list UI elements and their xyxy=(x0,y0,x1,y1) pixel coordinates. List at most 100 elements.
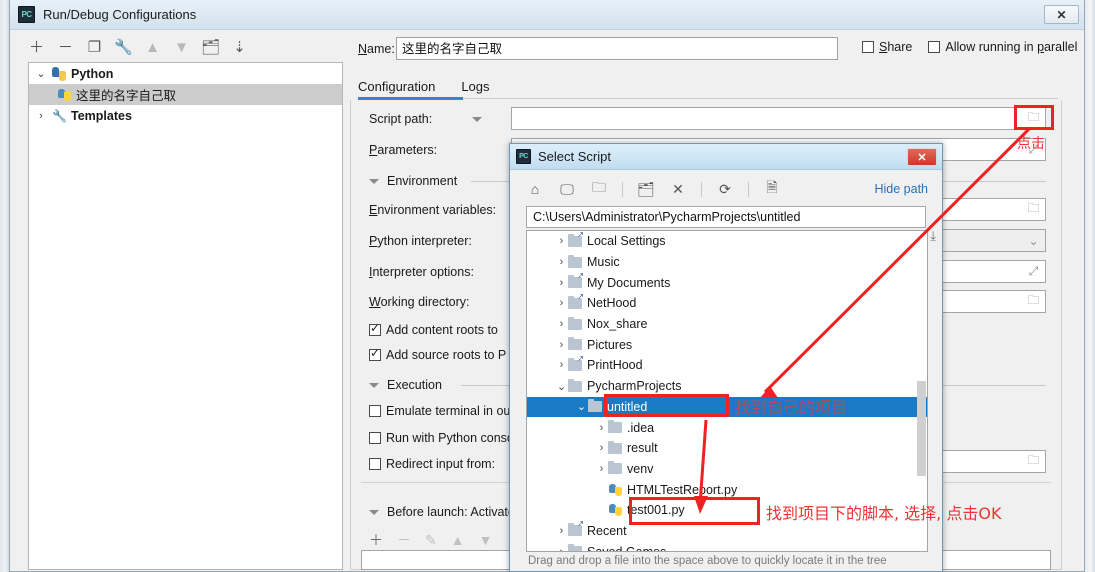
file-tree-row[interactable]: ⌄ untitled xyxy=(527,396,927,418)
file-tree-row[interactable]: test001.py xyxy=(527,500,927,521)
tree-item-templates[interactable]: › 🔧 Templates xyxy=(29,105,342,126)
before-launch-add-icon[interactable]: ＋ xyxy=(369,530,383,550)
file-tree-row[interactable]: ⌄ PycharmProjects xyxy=(527,376,927,397)
file-tree-row[interactable]: › My Documents xyxy=(527,271,927,293)
file-tree-label: Recent xyxy=(587,523,627,538)
add-source-roots-row[interactable]: Add source roots to P xyxy=(369,344,506,366)
path-input[interactable]: C:\Users\Administrator\PycharmProjects\u… xyxy=(526,206,926,228)
tree-scrollbar-thumb[interactable] xyxy=(917,381,926,476)
desktop-icon[interactable]: 🖵 xyxy=(558,180,576,198)
add-content-roots-row[interactable]: Add content roots to xyxy=(369,319,498,341)
allow-parallel-checkbox[interactable]: Allow running in parallel xyxy=(928,40,1077,54)
redirect-input-row[interactable]: Redirect input from: xyxy=(369,453,495,475)
window-close-button[interactable]: ✕ xyxy=(1044,5,1079,24)
execution-section-header[interactable]: Execution xyxy=(369,378,442,392)
run-with-console-checkbox[interactable] xyxy=(369,432,381,444)
file-tree-label: .idea xyxy=(627,420,655,435)
folder-icon[interactable]: 🗀 xyxy=(1026,453,1041,469)
chevron-right-icon[interactable]: › xyxy=(555,359,568,371)
home-icon[interactable]: ⌂ xyxy=(526,180,544,198)
chevron-down-icon[interactable]: ⌄ xyxy=(35,67,47,80)
emulate-terminal-checkbox[interactable] xyxy=(369,405,381,417)
before-launch-toolbar: ＋ － ✎ ▲ ▼ xyxy=(369,530,492,550)
expand-icon[interactable]: ⤢ xyxy=(1026,142,1041,157)
chevron-right-icon[interactable]: › xyxy=(595,442,608,454)
chevron-right-icon[interactable]: › xyxy=(555,235,568,247)
add-icon[interactable]: ＋ xyxy=(28,39,45,56)
file-tree-row[interactable]: › Nox_share xyxy=(527,314,927,335)
chevron-down-icon[interactable] xyxy=(369,178,379,184)
redirect-input-checkbox[interactable] xyxy=(369,458,381,470)
emulate-terminal-row[interactable]: Emulate terminal in ou xyxy=(369,400,510,422)
remove-icon[interactable]: － xyxy=(57,39,74,56)
tab-logs[interactable]: Logs xyxy=(461,79,489,98)
file-tree-row[interactable]: › Pictures xyxy=(527,334,927,355)
folder-icon[interactable]: 🗀 xyxy=(1026,110,1041,126)
chevron-right-icon[interactable]: › xyxy=(555,525,568,537)
name-input[interactable]: 这里的名字自己取 xyxy=(396,37,838,60)
file-tree-row[interactable]: › venv xyxy=(527,459,927,480)
file-tree-row[interactable]: › .idea xyxy=(527,417,927,438)
hide-path-link[interactable]: Hide path xyxy=(874,182,928,196)
before-launch-remove-icon[interactable]: － xyxy=(397,530,411,550)
show-hidden-icon[interactable]: 🗎 xyxy=(763,179,781,198)
run-with-console-row[interactable]: Run with Python conso xyxy=(369,427,514,449)
before-launch-up-icon[interactable]: ▲ xyxy=(451,532,465,548)
tab-configuration[interactable]: Configuration xyxy=(358,79,435,98)
chevron-right-icon[interactable]: › xyxy=(35,110,47,122)
chevron-right-icon[interactable]: › xyxy=(555,277,568,289)
chevron-down-icon[interactable]: ⌄ xyxy=(575,400,588,413)
chevron-right-icon[interactable]: › xyxy=(555,318,568,330)
copy-icon[interactable]: ❐ xyxy=(86,39,103,56)
tree-item-config[interactable]: 这里的名字自己取 xyxy=(29,84,342,105)
chevron-down-icon[interactable]: ⌄ xyxy=(1026,233,1041,248)
expand-icon[interactable]: ⤢ xyxy=(1026,264,1041,279)
file-tree-row[interactable]: › result xyxy=(527,438,927,459)
file-tree-row[interactable]: › Music xyxy=(527,252,927,273)
folder-icon[interactable]: 🗀 xyxy=(1026,293,1041,309)
checkbox-box[interactable] xyxy=(928,41,941,53)
file-tree-row[interactable]: › Local Settings xyxy=(527,231,927,252)
edit-templates-wrench-icon[interactable]: 🔧 xyxy=(114,39,133,56)
file-tree-row[interactable]: › NetHood xyxy=(527,292,927,314)
chevron-right-icon[interactable]: › xyxy=(555,256,568,268)
file-tree-row[interactable]: › Saved Games xyxy=(527,541,927,551)
new-folder-icon[interactable]: 🗂 xyxy=(637,180,655,198)
tree-item-python[interactable]: ⌄ Python xyxy=(29,63,342,84)
file-tree-row[interactable]: › PrintHood xyxy=(527,354,927,376)
configurations-tree-panel[interactable]: ⌄ Python 这里的名字自己取 › 🔧 Templates xyxy=(28,62,343,570)
dialog-close-button[interactable]: ✕ xyxy=(907,148,937,166)
chevron-down-icon[interactable] xyxy=(472,116,483,122)
chevron-right-icon[interactable]: › xyxy=(555,546,568,551)
project-folder-icon[interactable]: 🗀 xyxy=(590,179,608,198)
refresh-icon[interactable]: ⟳ xyxy=(716,180,734,198)
sort-alphabetically-icon[interactable]: ⇣ xyxy=(231,39,248,56)
dialog-titlebar: PC Select Script ✕ xyxy=(510,144,942,170)
chevron-right-icon[interactable]: › xyxy=(595,463,608,475)
before-launch-header[interactable]: Before launch: Activate to xyxy=(369,505,529,519)
move-into-folder-icon[interactable]: 🗂 xyxy=(201,39,220,56)
file-tree-row[interactable]: › Recent xyxy=(527,519,927,542)
file-tree-row[interactable]: HTMLTestReport.py xyxy=(527,479,927,500)
download-arrow-icon[interactable]: ⤓ xyxy=(930,228,936,244)
move-up-icon[interactable]: ▲ xyxy=(144,39,161,56)
before-launch-down-icon[interactable]: ▼ xyxy=(479,532,493,548)
chevron-right-icon[interactable]: › xyxy=(555,297,568,309)
share-checkbox[interactable]: Share xyxy=(862,40,912,54)
chevron-down-icon[interactable] xyxy=(369,509,379,515)
chevron-right-icon[interactable]: › xyxy=(595,422,608,434)
checkbox-box[interactable] xyxy=(862,41,874,53)
chevron-down-icon[interactable] xyxy=(369,382,379,388)
chevron-down-icon[interactable]: ⌄ xyxy=(555,380,568,393)
move-down-icon[interactable]: ▼ xyxy=(173,39,190,56)
file-tree[interactable]: › Local Settings › Music › My Documents › NetHo… xyxy=(526,230,928,552)
before-launch-edit-icon[interactable]: ✎ xyxy=(425,532,437,549)
chevron-right-icon[interactable]: › xyxy=(555,339,568,351)
add-source-roots-checkbox[interactable] xyxy=(369,346,381,361)
script-path-input[interactable]: 🗀 xyxy=(511,107,1046,130)
emulate-terminal-label: Emulate terminal in ou xyxy=(386,404,511,418)
folder-icon[interactable]: 🗀 xyxy=(1026,201,1041,217)
delete-icon[interactable]: ✕ xyxy=(669,180,687,198)
add-content-roots-checkbox[interactable] xyxy=(369,321,381,336)
environment-section-header[interactable]: Environment xyxy=(369,174,457,188)
